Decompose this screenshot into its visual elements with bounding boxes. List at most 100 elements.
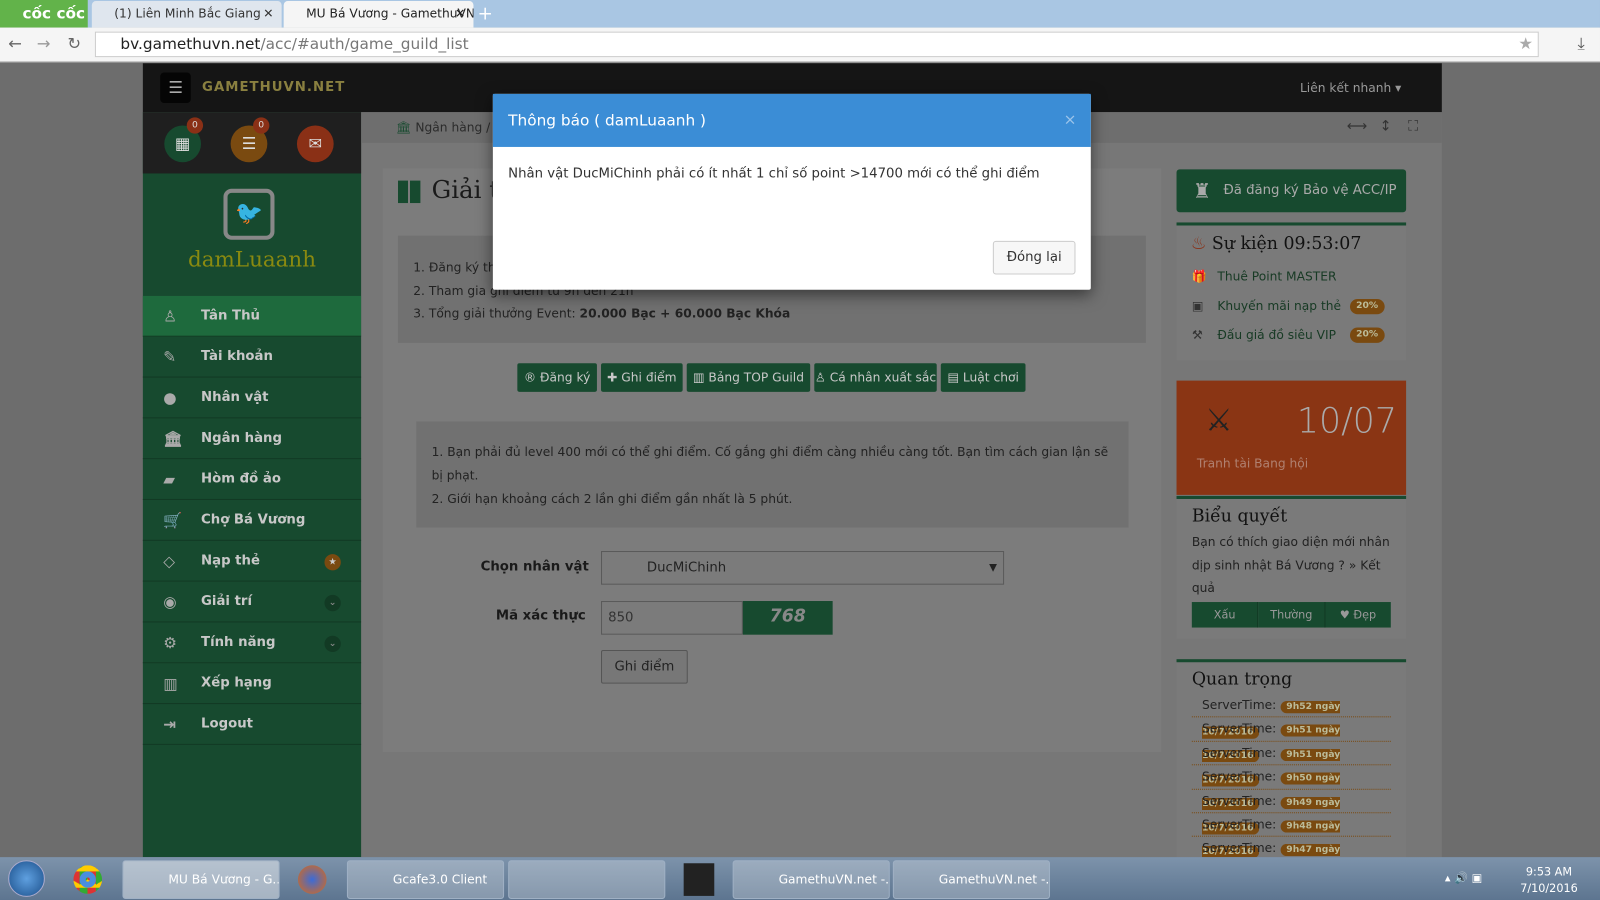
server-time-item[interactable]: ServerTime: 9h51 ngày 10/7/2016 [1191, 718, 1391, 763]
new-tab-button[interactable]: + [478, 3, 493, 24]
bank-icon: 🏛 [395, 120, 412, 135]
gears-icon: ⚙ [163, 633, 177, 653]
sidebar-item-label: Tính năng [201, 634, 276, 650]
tab-label: MU Bá Vương - GamethuVN [306, 6, 474, 21]
character-select[interactable]: DucMiChinh ▼ [601, 551, 1005, 585]
bookmark-star-icon[interactable]: ★ [1518, 34, 1533, 53]
poll-text: Bạn có thích giao diện mới nhân dịp sinh… [1191, 534, 1390, 595]
sidebar-item-8[interactable]: ⚙ Tính năng ⌄ [142, 622, 362, 664]
top-individual-button[interactable]: ♙ Cá nhân xuất sắc [814, 363, 937, 392]
diamond-icon: ◇ [163, 552, 176, 571]
taskbar-item-garena[interactable] [508, 860, 666, 899]
browser-logo[interactable]: cốc cốc [0, 0, 88, 28]
modal-message: Nhân vật DucMiChinh phải có ít nhất 1 ch… [508, 166, 1040, 182]
server-time-item[interactable]: ServerTime: 9h52 ngày 10/7/2016 [1191, 694, 1391, 739]
sidebar-item-4[interactable]: ▰ Hòm đồ ảo [142, 459, 362, 500]
captcha-image: 768 [742, 601, 833, 635]
close-tab-icon[interactable]: ✕ [455, 1, 465, 25]
chrome-taskbar-icon[interactable] [73, 865, 103, 894]
sidebar-item-7[interactable]: ◉ Giải trí ⌄ [142, 582, 362, 623]
important-panel: Quan trọng ServerTime: 9h52 ngày 10/7/20… [1176, 659, 1407, 858]
sidebar-item-2[interactable]: ● Nhân vật [142, 378, 362, 419]
sidebar-item-6[interactable]: ◇ Nạp thẻ ★ [142, 541, 362, 582]
guild-contest-banner[interactable]: ⚔ 10/07 Tranh tài Bang hội [1176, 380, 1407, 495]
important-title: Quan trọng [1191, 669, 1293, 690]
server-time-item[interactable]: ServerTime: 9h47 ngày 10/7/2016 [1192, 837, 1391, 858]
forward-icon[interactable]: → [37, 34, 51, 53]
sidebar-item-label: Tài khoản [201, 348, 273, 365]
sidebar-item-0[interactable]: ♙ Tân Thủ [142, 295, 362, 337]
resize-horizontal-icon[interactable]: ⟷ [1347, 118, 1367, 134]
url-input[interactable]: bv.gamethuvn.net/acc/#auth/game_guild_li… [94, 31, 1539, 58]
menu-toggle-icon[interactable]: ☰ [160, 72, 191, 104]
back-icon[interactable]: ← [8, 34, 22, 53]
captcha-label: Mã xác thực [495, 608, 586, 624]
discount-badge: 20% [1349, 298, 1385, 314]
tray-icons[interactable]: ▴ 🔊 ▣ [1445, 871, 1482, 884]
top-guild-button[interactable]: ▥ Bảng TOP Guild [686, 363, 811, 392]
server-time-item[interactable]: ServerTime: 9h48 ngày 10/7/2016 [1191, 813, 1391, 858]
briefcase-icon: ▰ [163, 470, 176, 489]
tab-mu-ba-vuong[interactable]: MU Bá Vương - GamethuVN ✕ [283, 1, 474, 28]
close-tab-icon[interactable]: ✕ [263, 1, 273, 25]
list-badge: 0 [253, 117, 270, 134]
tab-label: (1) Liên Minh Bắc Giang [114, 6, 261, 21]
server-time-item[interactable]: ServerTime: 9h51 ngày 10/7/2016 [1191, 742, 1391, 787]
rules-button[interactable]: ▤ Luật chơi [940, 363, 1026, 392]
protect-status-button[interactable]: ♜ Đã đăng ký Bảo vệ ACC/IP [1176, 169, 1407, 213]
mu-game-taskbar-icon[interactable] [683, 863, 715, 896]
notes-box: 1. Bạn phải đủ level 400 mới có thể ghi … [416, 421, 1129, 528]
event-item[interactable]: ▣ Khuyến mãi nạp thẻ 20% [1177, 291, 1407, 320]
warrior-icon: ⚔ [1205, 403, 1233, 439]
user-icon: ● [163, 388, 177, 408]
modal-close-button[interactable]: Đóng lại [992, 240, 1076, 275]
sidebar-item-3[interactable]: 🏛 Ngân hàng [142, 418, 362, 460]
resize-vertical-icon[interactable]: ↕ [1380, 118, 1392, 134]
event-item[interactable]: 🎁 Thuê Point MASTER [1177, 262, 1407, 291]
server-time-item[interactable]: ServerTime: 9h49 ngày 10/7/2016 [1191, 789, 1391, 835]
tab-lien-minh[interactable]: (1) Liên Minh Bắc Giang ✕ [91, 1, 282, 28]
edit-icon: ✎ [163, 347, 177, 367]
chat-icon[interactable]: ✉ [296, 125, 334, 163]
notification-modal: Thông báo ( damLuaanh ) × Nhân vật DucMi… [492, 93, 1091, 290]
event-title: ♨ Sự kiện 09:53:07 [1190, 233, 1362, 255]
sidebar-item-label: Nạp thẻ [201, 553, 260, 569]
submit-score-button[interactable]: Ghi điểm [601, 649, 688, 684]
taskbar-item-gamethuvn-1[interactable]: GamethuVN.net -... [732, 860, 890, 899]
sidebar-item-9[interactable]: ▥ Xếp hạng [142, 663, 362, 705]
character-label: Chọn nhân vật [480, 559, 589, 575]
poll-option-beautiful[interactable]: ♥ Đẹp [1325, 601, 1391, 628]
quick-links-dropdown[interactable]: Liên kết nhanh ▾ [1300, 81, 1401, 95]
modal-close-icon[interactable]: × [1064, 110, 1077, 128]
download-icon[interactable]: ⤓ [1578, 34, 1585, 54]
cart-icon: 🛒 [163, 511, 183, 530]
firefox-taskbar-icon[interactable] [297, 865, 327, 894]
server-time-item[interactable]: ServerTime: 9h50 ngày 10/7/2016 [1191, 765, 1391, 811]
sidebar-item-10[interactable]: ⇥ Logout [142, 704, 362, 745]
taskbar-item-coccoc[interactable]: MU Bá Vương - G... [122, 860, 280, 899]
poll-title: Biểu quyết [1191, 506, 1288, 527]
taskbar-item-gcafe[interactable]: Gcafe3.0 Client [346, 860, 505, 899]
event-item[interactable]: ⚒ Đấu giá đồ siêu VIP 20% [1177, 320, 1407, 349]
reload-icon[interactable]: ↻ [67, 34, 81, 53]
sidebar-item-label: Tân Thủ [201, 308, 260, 324]
sidebar-item-label: Giải trí [201, 593, 253, 610]
sidebar-item-5[interactable]: 🛒 Chợ Bá Vương [142, 500, 362, 541]
gavel-icon: ⚒ [1191, 327, 1203, 342]
sidebar-item-1[interactable]: ✎ Tài khoản [142, 337, 362, 378]
start-button[interactable] [8, 860, 45, 897]
note-2: 2. Giới hạn khoảng cách 2 lần ghi điểm g… [431, 491, 793, 507]
breadcrumb-item[interactable]: Ngân hàng [415, 120, 482, 134]
poll-option-ugly[interactable]: Xấu [1191, 601, 1259, 628]
poll-option-normal[interactable]: Thường [1258, 601, 1326, 628]
score-button[interactable]: ✚ Ghi điểm [601, 363, 683, 392]
bank-icon: 🏛 [163, 429, 183, 448]
windows-icon [397, 180, 421, 204]
register-button[interactable]: ® Đăng ký [517, 363, 597, 392]
taskbar-item-gamethuvn-2[interactable]: GamethuVN.net -... [892, 860, 1050, 899]
clock[interactable]: 9:53 AM 7/10/2016 [1516, 864, 1581, 897]
android-icon: ◉ [163, 592, 177, 612]
captcha-input[interactable]: 850 [601, 601, 743, 635]
fullscreen-icon[interactable]: ⛶ [1408, 118, 1418, 134]
site-logo[interactable]: GAMETHUVN.NET [202, 80, 345, 95]
